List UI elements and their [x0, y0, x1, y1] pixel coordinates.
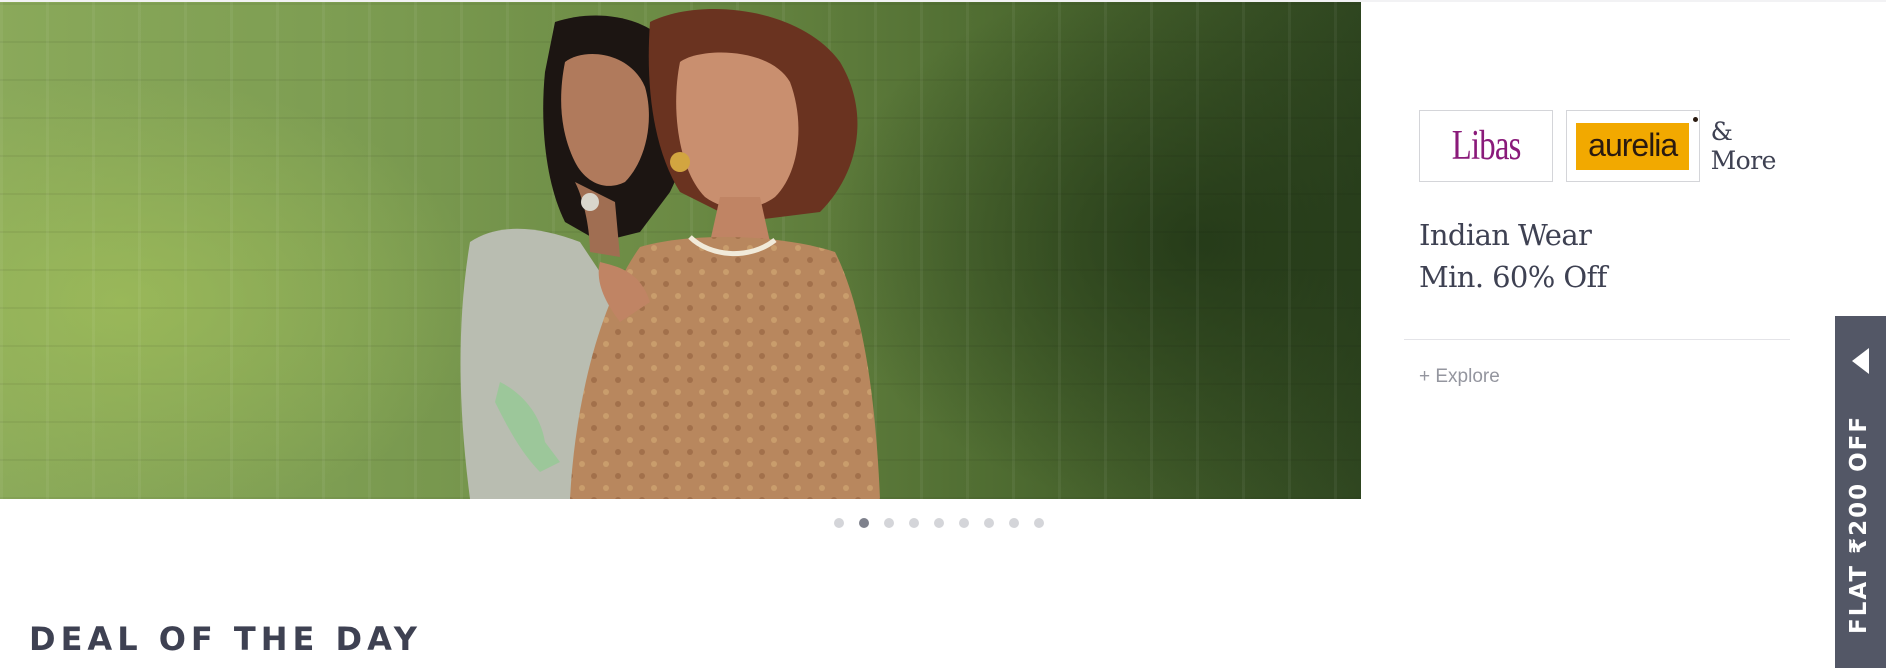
promo-divider: [1404, 339, 1790, 340]
aurelia-logo-text: aurelia: [1588, 126, 1678, 163]
banner-image: [460, 9, 880, 499]
aurelia-logo[interactable]: aurelia: [1565, 110, 1700, 182]
more-brands-label: & More: [1710, 117, 1777, 175]
carousel-dot[interactable]: [959, 518, 969, 528]
promo-title-line2: Min. 60% Off: [1419, 260, 1607, 294]
flat-offer-label: FLAT ₹200 OFF: [1846, 414, 1872, 634]
promo-title-line1: Indian Wear: [1419, 218, 1592, 252]
carousel-dot[interactable]: [834, 518, 844, 528]
promo-title: Indian Wear Min. 60% Off: [1419, 214, 1805, 298]
registered-mark-icon: [1693, 116, 1699, 122]
libas-logo-text: Libas: [1451, 123, 1521, 169]
carousel-dot-active[interactable]: [859, 518, 869, 528]
hero-banner[interactable]: [0, 2, 1361, 499]
carousel-dot[interactable]: [934, 518, 944, 528]
carousel-dot[interactable]: [1034, 518, 1044, 528]
carousel-dot[interactable]: [1009, 518, 1019, 528]
caret-left-icon: [1852, 348, 1869, 374]
libas-logo[interactable]: Libas: [1419, 110, 1553, 182]
brand-logos: Libas aurelia & More: [1419, 110, 1805, 182]
aurelia-logo-badge: aurelia: [1576, 116, 1699, 170]
carousel-dot[interactable]: [984, 518, 994, 528]
promo-panel: Libas aurelia & More Indian Wear Min. 60…: [1404, 110, 1805, 387]
flat-offer-side-tab[interactable]: FLAT ₹200 OFF: [1835, 316, 1886, 668]
carousel-dots: [834, 518, 1044, 528]
page: Libas aurelia & More Indian Wear Min. 60…: [0, 0, 1886, 668]
deal-of-the-day-heading: DEAL OF THE DAY: [29, 620, 422, 658]
explore-link[interactable]: + Explore: [1419, 366, 1500, 388]
carousel-dot[interactable]: [884, 518, 894, 528]
carousel-dot[interactable]: [909, 518, 919, 528]
